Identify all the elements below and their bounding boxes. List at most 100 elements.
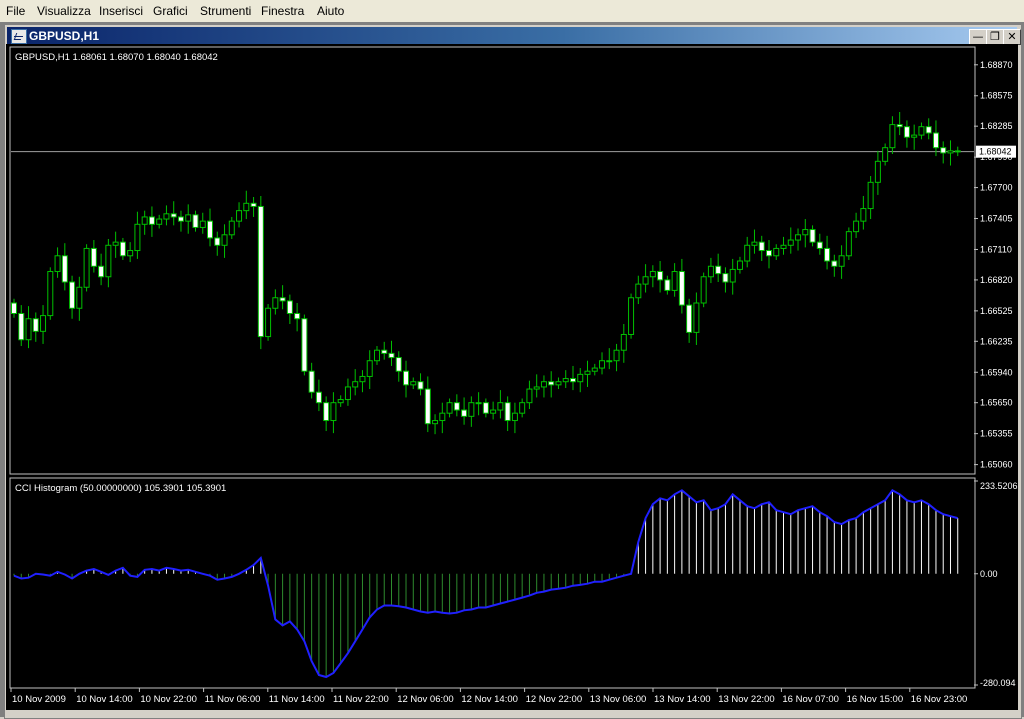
candle xyxy=(642,276,649,285)
chart-window-icon[interactable] xyxy=(11,29,27,44)
time-tick-label: 13 Nov 06:00 xyxy=(590,694,647,705)
candle xyxy=(373,349,380,362)
cci-tick-label: 233.5206 xyxy=(980,481,1018,491)
candle xyxy=(83,247,90,288)
time-tick-label: 10 Nov 2009 xyxy=(12,694,66,705)
candle xyxy=(265,307,272,338)
candle xyxy=(824,247,831,262)
candle xyxy=(468,402,475,417)
candle xyxy=(686,304,693,333)
candle xyxy=(381,349,388,354)
candle xyxy=(882,147,889,162)
candle xyxy=(584,370,591,375)
candle xyxy=(417,381,424,390)
candle xyxy=(279,297,286,302)
candle xyxy=(308,370,315,393)
menu-file[interactable]: File xyxy=(6,4,25,18)
candle xyxy=(751,241,758,246)
time-tick-label: 12 Nov 06:00 xyxy=(397,694,454,705)
candle xyxy=(395,357,402,372)
chart-canvas[interactable]: GBPUSD,H1 1.68061 1.68070 1.68040 1.6804… xyxy=(6,44,1018,710)
menu-strumenti[interactable]: Strumenti xyxy=(200,4,251,18)
candle xyxy=(809,229,816,243)
menu-visualizza[interactable]: Visualizza xyxy=(37,4,91,18)
close-button[interactable]: ✕ xyxy=(1003,29,1021,45)
time-tick-label: 11 Nov 22:00 xyxy=(333,694,389,705)
candle xyxy=(845,231,852,257)
candle xyxy=(410,381,417,386)
time-tick-label: 10 Nov 22:00 xyxy=(140,694,197,705)
time-tick-label: 16 Nov 15:00 xyxy=(847,694,904,705)
menu-grafici[interactable]: Grafici xyxy=(153,4,188,18)
price-tick-label: 1.66525 xyxy=(980,306,1013,316)
candle xyxy=(482,402,489,414)
time-tick-label: 11 Nov 14:00 xyxy=(269,694,325,705)
candle xyxy=(490,409,497,414)
price-tick-label: 1.66235 xyxy=(980,336,1013,346)
candle xyxy=(649,271,656,278)
candle xyxy=(599,360,606,369)
price-tick-label: 1.68575 xyxy=(980,91,1013,101)
candle xyxy=(207,220,214,239)
menu-bar: File Visualizza Inserisci Grafici Strume… xyxy=(0,0,1024,23)
candle xyxy=(61,255,68,283)
candle xyxy=(98,265,105,278)
candle xyxy=(700,276,707,304)
price-tick-label: 1.66820 xyxy=(980,275,1013,285)
candle xyxy=(170,213,177,218)
candle xyxy=(715,265,722,275)
candle xyxy=(250,202,257,207)
candle xyxy=(664,279,671,291)
price-tick-label: 1.68285 xyxy=(980,121,1013,131)
candle xyxy=(795,234,802,241)
cci-panel-frame xyxy=(9,477,976,689)
candle xyxy=(69,281,76,309)
candle xyxy=(105,244,112,278)
candle xyxy=(286,300,293,314)
candle xyxy=(744,244,751,262)
chart-area[interactable]: GBPUSD,H1 1.68061 1.68070 1.68040 1.6804… xyxy=(6,44,1018,710)
candle xyxy=(18,312,25,341)
candle xyxy=(533,386,540,390)
window-title: GBPUSD,H1 xyxy=(29,29,100,43)
candle xyxy=(337,399,344,404)
minimize-button[interactable]: — xyxy=(969,29,987,45)
menu-aiuto[interactable]: Aiuto xyxy=(317,4,344,18)
candle xyxy=(903,126,910,138)
candle xyxy=(163,213,170,220)
candle xyxy=(918,126,925,136)
time-tick-label: 10 Nov 14:00 xyxy=(76,694,133,705)
candle xyxy=(424,388,431,425)
candle xyxy=(330,402,337,422)
candle xyxy=(243,202,250,212)
candle xyxy=(707,265,714,278)
cci-tick-label: -280.094 xyxy=(980,678,1016,688)
candle xyxy=(867,181,874,210)
candle xyxy=(519,402,526,414)
candle xyxy=(577,373,584,383)
cci-tick-label: 0.00 xyxy=(980,569,998,579)
window-titlebar[interactable]: GBPUSD,H1 — ❐ ✕ xyxy=(7,27,1021,45)
candle xyxy=(54,255,61,273)
candle xyxy=(32,318,39,332)
candle xyxy=(947,150,954,154)
candle xyxy=(860,208,867,222)
candle xyxy=(504,402,511,422)
candle xyxy=(678,271,685,306)
price-tick-label: 1.65650 xyxy=(980,398,1013,408)
candle xyxy=(874,160,881,183)
candle xyxy=(344,386,351,401)
menu-finestra[interactable]: Finestra xyxy=(261,4,304,18)
candle xyxy=(628,297,635,335)
candle xyxy=(119,241,126,257)
candle xyxy=(657,271,664,281)
candle xyxy=(765,250,772,257)
candle xyxy=(925,126,932,134)
candle xyxy=(620,333,627,351)
candle xyxy=(693,302,700,333)
candle xyxy=(773,247,780,257)
candle xyxy=(446,402,453,414)
candle xyxy=(853,220,860,233)
menu-inserisci[interactable]: Inserisci xyxy=(99,4,143,18)
restore-button[interactable]: ❐ xyxy=(986,29,1004,45)
